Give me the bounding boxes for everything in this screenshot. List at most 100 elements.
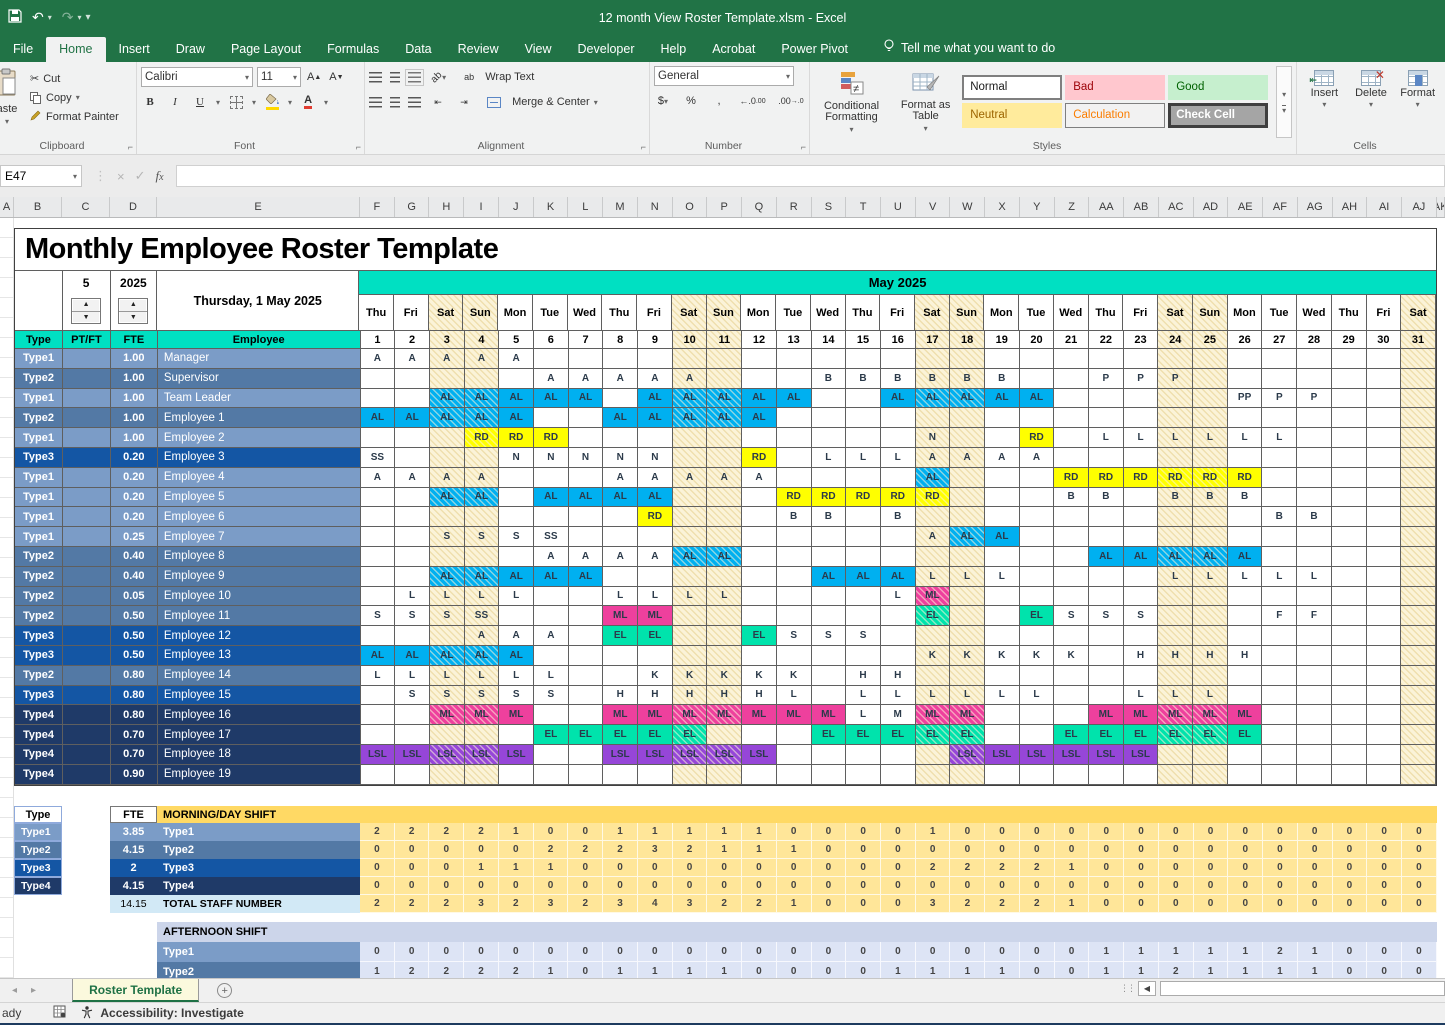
afternoon-value-cell[interactable]: 0	[742, 942, 777, 962]
roster-day-cell[interactable]	[1228, 606, 1263, 626]
roster-day-cell[interactable]	[1297, 448, 1332, 468]
roster-day-cell[interactable]	[1332, 765, 1367, 785]
total-value-cell[interactable]: 0	[1333, 895, 1368, 913]
day-number-cell[interactable]: 28	[1297, 331, 1332, 349]
roster-day-cell[interactable]: LSL	[465, 745, 500, 765]
roster-day-cell[interactable]	[1332, 606, 1367, 626]
roster-day-cell[interactable]	[1054, 408, 1089, 428]
afternoon-value-cell[interactable]: 0	[1367, 962, 1402, 978]
roster-day-cell[interactable]: S	[499, 527, 534, 547]
roster-day-cell[interactable]	[985, 705, 1020, 725]
total-value-cell[interactable]: 0	[1089, 895, 1124, 913]
roster-day-cell[interactable]: B	[950, 369, 985, 389]
roster-day-cell[interactable]	[638, 765, 673, 785]
roster-day-cell[interactable]	[1297, 725, 1332, 745]
align-bottom-icon[interactable]	[408, 72, 421, 83]
roster-day-cell[interactable]	[707, 646, 742, 666]
roster-day-cell[interactable]: AL	[499, 408, 534, 428]
roster-day-cell[interactable]: EL	[534, 725, 569, 745]
roster-day-cell[interactable]	[707, 349, 742, 369]
fill-color-dropdown-icon[interactable]: ▾	[288, 98, 292, 107]
summary-cell[interactable]	[14, 962, 62, 978]
roster-day-cell[interactable]	[1124, 349, 1159, 369]
roster-day-cell[interactable]	[950, 666, 985, 686]
morning-value-cell[interactable]: 2	[395, 823, 430, 841]
roster-day-cell[interactable]	[1193, 606, 1228, 626]
morning-value-cell[interactable]: 0	[429, 841, 464, 859]
morning-value-cell[interactable]: 1	[707, 841, 742, 859]
roster-day-cell[interactable]: S	[430, 527, 465, 547]
roster-day-cell[interactable]: A	[569, 547, 604, 567]
roster-day-cell[interactable]	[846, 547, 881, 567]
morning-value-cell[interactable]: 0	[1402, 859, 1437, 877]
roster-day-cell[interactable]: A	[430, 349, 465, 369]
roster-day-cell[interactable]	[569, 507, 604, 527]
total-value-cell[interactable]: 0	[1159, 895, 1194, 913]
morning-value-cell[interactable]: 0	[881, 859, 916, 877]
employee-fte-cell[interactable]: 0.50	[111, 606, 158, 626]
day-number-cell[interactable]: 14	[812, 331, 847, 349]
roster-day-cell[interactable]	[1020, 567, 1055, 587]
day-name-cell[interactable]: Tue	[1262, 295, 1297, 331]
morning-value-cell[interactable]: 2	[360, 823, 395, 841]
roster-day-cell[interactable]	[534, 606, 569, 626]
morning-value-cell[interactable]: 1	[464, 859, 499, 877]
employee-ptft-cell[interactable]	[63, 606, 111, 626]
roster-day-cell[interactable]: H	[603, 686, 638, 706]
roster-day-cell[interactable]	[985, 765, 1020, 785]
morning-value-cell[interactable]: 2	[429, 823, 464, 841]
ribbon-tab-home[interactable]: Home	[46, 37, 105, 62]
roster-day-cell[interactable]	[1332, 626, 1367, 646]
roster-day-cell[interactable]	[742, 725, 777, 745]
afternoon-value-cell[interactable]: 0	[1020, 942, 1055, 962]
day-number-cell[interactable]: 2	[395, 331, 430, 349]
day-name-cell[interactable]: Thu	[846, 295, 881, 331]
roster-day-cell[interactable]: B	[777, 507, 812, 527]
morning-value-cell[interactable]: 0	[638, 859, 673, 877]
roster-day-cell[interactable]	[1158, 666, 1193, 686]
roster-day-cell[interactable]: AL	[916, 468, 951, 488]
roster-day-cell[interactable]: B	[1262, 507, 1297, 527]
employee-name-cell[interactable]: Supervisor	[158, 369, 361, 389]
afternoon-value-cell[interactable]: 1	[1228, 942, 1263, 962]
afternoon-value-cell[interactable]: 0	[603, 942, 638, 962]
roster-day-cell[interactable]	[1262, 626, 1297, 646]
type-legend-row[interactable]: Type3	[14, 859, 62, 877]
employee-name-cell[interactable]: Employee 1	[158, 408, 361, 428]
roster-day-cell[interactable]	[707, 488, 742, 508]
morning-value-cell[interactable]: 0	[360, 859, 395, 877]
morning-value-cell[interactable]: 0	[534, 877, 569, 895]
day-name-cell[interactable]: Sat	[672, 295, 707, 331]
day-number-cell[interactable]: 8	[603, 331, 638, 349]
roster-day-cell[interactable]	[777, 567, 812, 587]
morning-value-cell[interactable]: 0	[985, 877, 1020, 895]
roster-day-cell[interactable]	[1297, 705, 1332, 725]
morning-value-cell[interactable]: 0	[777, 859, 812, 877]
roster-day-cell[interactable]: SS	[465, 606, 500, 626]
total-value-cell[interactable]: 2	[429, 895, 464, 913]
roster-day-cell[interactable]	[1262, 725, 1297, 745]
morning-value-cell[interactable]: 0	[985, 823, 1020, 841]
roster-day-cell[interactable]: AL	[465, 389, 500, 409]
roster-day-cell[interactable]	[499, 606, 534, 626]
roster-day-cell[interactable]	[569, 705, 604, 725]
roster-day-cell[interactable]	[1158, 448, 1193, 468]
roster-day-cell[interactable]: A	[395, 349, 430, 369]
font-color-icon[interactable]: A	[299, 92, 317, 112]
roster-day-cell[interactable]: ML	[1193, 705, 1228, 725]
roster-day-cell[interactable]: EL	[1124, 725, 1159, 745]
day-number-cell[interactable]: 18	[950, 331, 985, 349]
roster-day-cell[interactable]	[673, 606, 708, 626]
roster-day-cell[interactable]: P	[1089, 369, 1124, 389]
day-name-cell[interactable]: Mon	[498, 295, 533, 331]
afternoon-value-cell[interactable]: 0	[638, 942, 673, 962]
roster-day-cell[interactable]: ML	[603, 705, 638, 725]
roster-day-cell[interactable]	[534, 468, 569, 488]
roster-day-cell[interactable]: N	[534, 448, 569, 468]
roster-day-cell[interactable]: L	[1193, 428, 1228, 448]
employee-type-cell[interactable]: Type1	[15, 349, 63, 369]
roster-day-cell[interactable]	[430, 369, 465, 389]
roster-day-cell[interactable]	[846, 527, 881, 547]
style-chip-normal[interactable]: Normal	[962, 75, 1062, 100]
roster-day-cell[interactable]	[1297, 666, 1332, 686]
